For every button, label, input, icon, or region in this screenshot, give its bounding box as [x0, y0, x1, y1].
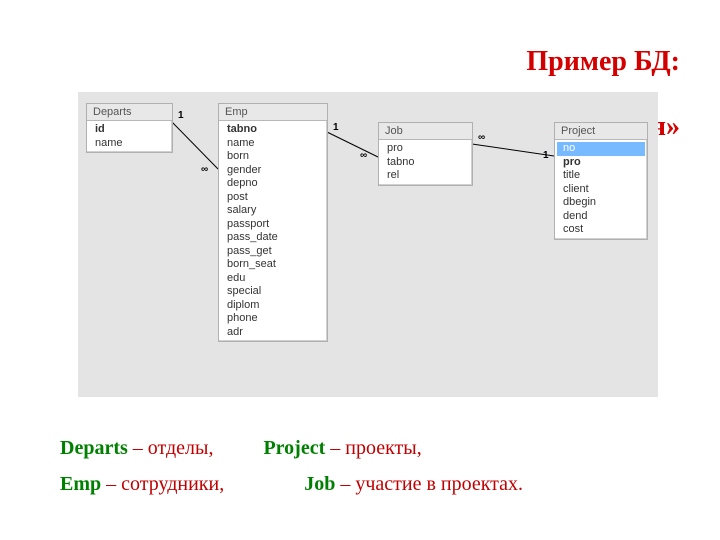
field-emp-diplom: diplom [221, 299, 325, 313]
table-emp[interactable]: Emp tabno name born gender depno post sa… [218, 103, 328, 342]
legend-departs: Departs – отделы, [60, 430, 213, 466]
legend-job-desc: – участие в проектах. [340, 473, 523, 495]
legend: Departs – отделы, Project – проекты, Emp… [60, 430, 660, 502]
field-project-dend: dend [557, 210, 645, 224]
field-project-dbegin: dbegin [557, 196, 645, 210]
field-emp-adr: adr [221, 326, 325, 340]
field-departs-id: id [89, 123, 170, 137]
field-departs-name: name [89, 137, 170, 151]
field-project-no: no [557, 142, 645, 156]
table-job[interactable]: Job pro tabno rel [378, 122, 473, 186]
field-project-pro: pro [557, 156, 645, 170]
card-departs-many: ∞ [201, 164, 208, 175]
field-emp-pass_date: pass_date [221, 231, 325, 245]
table-job-header: Job [379, 123, 472, 140]
field-emp-depno: depno [221, 177, 325, 191]
legend-job-label: Job [304, 473, 335, 495]
table-emp-fields: tabno name born gender depno post salary… [219, 121, 327, 341]
er-canvas: 1 ∞ 1 ∞ 1 ∞ Departs id name Emp tabno na… [78, 92, 658, 397]
field-emp-gender: gender [221, 164, 325, 178]
field-emp-pass_get: pass_get [221, 245, 325, 259]
field-emp-special: special [221, 285, 325, 299]
table-project[interactable]: Project no pro title client dbegin dend … [554, 122, 648, 240]
table-emp-header: Emp [219, 104, 327, 121]
legend-project: Project – проекты, [263, 430, 421, 466]
table-project-header: Project [555, 123, 647, 140]
legend-project-label: Project [263, 437, 325, 459]
table-departs-fields: id name [87, 121, 172, 152]
field-project-client: client [557, 183, 645, 197]
field-job-rel: rel [381, 169, 470, 183]
legend-departs-desc: – отделы, [133, 437, 214, 459]
title-line1: Пример БД: [526, 46, 680, 77]
legend-job: Job – участие в проектах. [304, 466, 523, 502]
field-emp-tabno: tabno [221, 123, 325, 137]
legend-departs-label: Departs [60, 437, 128, 459]
card-departs-one: 1 [178, 110, 184, 121]
table-departs-header: Departs [87, 104, 172, 121]
field-emp-born_seat: born_seat [221, 258, 325, 272]
card-project-one: 1 [543, 150, 549, 161]
field-job-pro: pro [381, 142, 470, 156]
field-emp-phone: phone [221, 312, 325, 326]
field-emp-name: name [221, 137, 325, 151]
field-emp-passport: passport [221, 218, 325, 232]
field-project-title: title [557, 169, 645, 183]
field-emp-edu: edu [221, 272, 325, 286]
legend-emp-label: Emp [60, 473, 101, 495]
card-project-many: ∞ [478, 132, 485, 143]
table-departs[interactable]: Departs id name [86, 103, 173, 153]
field-emp-post: post [221, 191, 325, 205]
legend-emp: Emp – сотрудники, [60, 466, 224, 502]
field-emp-born: born [221, 150, 325, 164]
field-emp-salary: salary [221, 204, 325, 218]
card-emp-many: ∞ [360, 150, 367, 161]
table-project-fields: no pro title client dbegin dend cost [555, 140, 647, 239]
card-emp-one: 1 [333, 122, 339, 133]
field-job-tabno: tabno [381, 156, 470, 170]
table-job-fields: pro tabno rel [379, 140, 472, 185]
legend-emp-desc: – сотрудники, [106, 473, 224, 495]
field-project-cost: cost [557, 223, 645, 237]
legend-project-desc: – проекты, [330, 437, 421, 459]
